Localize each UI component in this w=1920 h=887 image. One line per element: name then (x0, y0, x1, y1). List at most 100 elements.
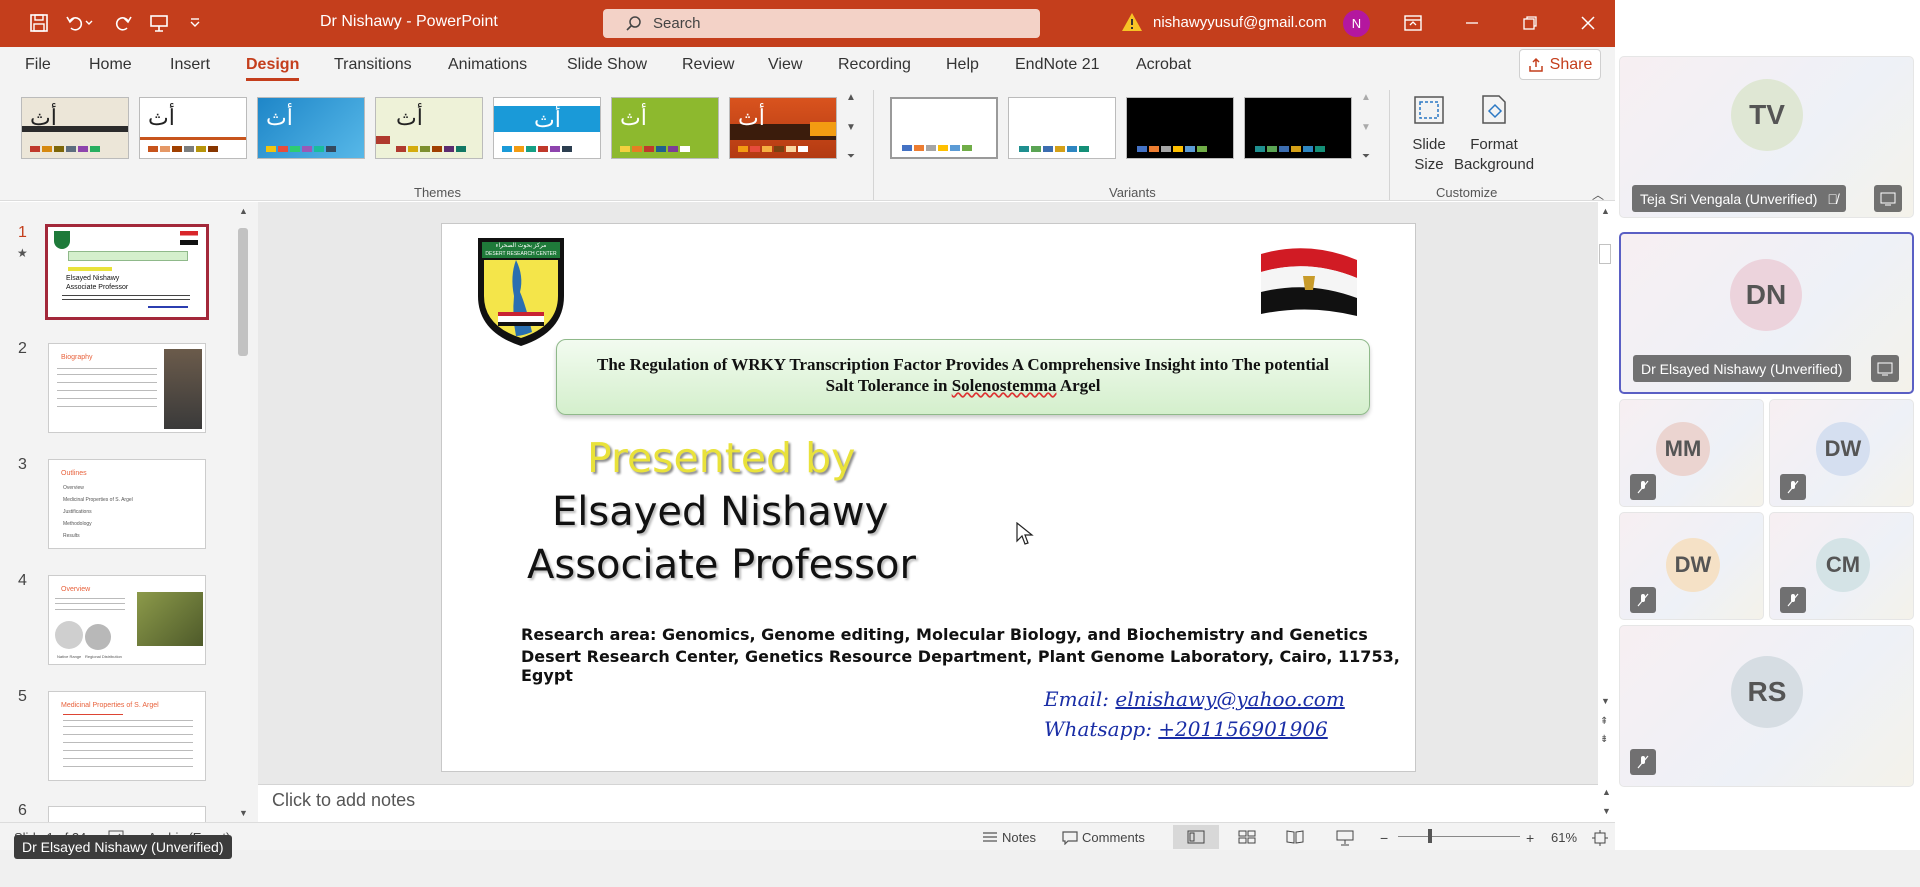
variants-gallery-scroll[interactable]: ▲ ▼ ⏷ (1358, 92, 1374, 162)
scroll-thumb[interactable] (1599, 244, 1611, 264)
participant-tile[interactable]: RS (1619, 625, 1914, 787)
tab-home[interactable]: Home (89, 56, 132, 74)
reading-view-icon[interactable] (1286, 830, 1304, 847)
tab-endnote[interactable]: EndNote 21 (1015, 56, 1100, 74)
customize-toolbar-icon[interactable] (182, 10, 208, 36)
undo-dropdown-icon[interactable] (82, 10, 96, 36)
tab-acrobat[interactable]: Acrobat (1136, 56, 1191, 74)
fit-slide-icon[interactable] (1592, 830, 1608, 849)
variant-thumbnail[interactable] (1244, 97, 1352, 159)
participant-tile[interactable]: CM (1769, 512, 1914, 620)
ribbon-display-options-icon[interactable] (1393, 8, 1433, 38)
tab-recording[interactable]: Recording (838, 56, 911, 74)
presenter-name[interactable]: Elsayed Nishawy (552, 489, 888, 535)
theme-thumbnail[interactable]: أث (21, 97, 129, 159)
tab-slide-show[interactable]: Slide Show (567, 56, 647, 74)
account-email[interactable]: nishawyyusuf@gmail.com (1153, 14, 1327, 31)
screen-share-icon[interactable] (1871, 355, 1899, 382)
variant-thumbnail[interactable] (1126, 97, 1234, 159)
tab-file[interactable]: File (25, 56, 51, 74)
zoom-slider[interactable] (1398, 836, 1520, 837)
email-line[interactable]: Email: elnishawy@yahoo.com (1044, 687, 1345, 711)
tab-design[interactable]: Design (246, 56, 299, 74)
slide-thumbnail-5[interactable]: Medicinal Properties of S. Argel (48, 691, 206, 781)
whatsapp-line[interactable]: Whatsapp: +201156901906 (1044, 717, 1328, 741)
theme-thumbnail[interactable]: أث (375, 97, 483, 159)
participant-tile[interactable]: DN Dr Elsayed Nishawy (Unverified) (1619, 232, 1914, 394)
scroll-down-icon[interactable]: ▼ (846, 122, 856, 133)
scroll-thumb[interactable] (238, 228, 248, 356)
close-icon[interactable] (1568, 8, 1608, 38)
slide-thumbnail-1[interactable]: Elsayed Nishawy Associate Professor (45, 224, 209, 320)
notes-placeholder[interactable]: Click to add notes (272, 790, 415, 811)
previous-slide-icon[interactable]: ⇞ (1600, 716, 1608, 727)
share-button[interactable]: Share (1519, 49, 1601, 80)
present-from-beginning-icon[interactable] (146, 10, 172, 36)
zoom-out-icon[interactable]: − (1380, 830, 1388, 846)
participant-tile[interactable]: DW (1769, 399, 1914, 507)
theme-thumbnail[interactable]: أث (257, 97, 365, 159)
slide-thumbnail-4[interactable]: Overview Native Range Regional Distribut… (48, 575, 206, 665)
more-variants-icon[interactable]: ⏷ (1362, 151, 1370, 162)
next-slide-icon[interactable]: ⇟ (1600, 734, 1608, 745)
format-background-button[interactable]: Format Background (1452, 93, 1536, 175)
email-link[interactable]: elnishawy@yahoo.com (1115, 687, 1344, 711)
search-box[interactable]: Search (603, 9, 1040, 38)
theme-thumbnail[interactable]: أث (139, 97, 247, 159)
animation-star-icon: ★ (17, 246, 28, 260)
tab-insert[interactable]: Insert (170, 56, 210, 74)
slide-thumbnail-3[interactable]: Outlines Overview Medicinal Properties o… (48, 459, 206, 549)
zoom-in-icon[interactable]: + (1526, 830, 1534, 846)
notes-scroll-down-icon[interactable]: ▼ (1602, 806, 1611, 816)
collapse-ribbon-icon[interactable]: ︿ (1592, 186, 1604, 203)
presenter-title[interactable]: Associate Professor (527, 542, 916, 588)
slide-sorter-icon[interactable] (1238, 830, 1256, 847)
redo-icon[interactable] (110, 10, 136, 36)
scroll-up-icon[interactable]: ▲ (846, 92, 856, 103)
variant-thumbnail[interactable] (1008, 97, 1116, 159)
whatsapp-link[interactable]: +201156901906 (1158, 717, 1327, 741)
tab-review[interactable]: Review (682, 56, 734, 74)
format-background-icon (1482, 95, 1506, 124)
tab-help[interactable]: Help (946, 56, 979, 74)
tab-transitions[interactable]: Transitions (334, 56, 412, 74)
slide-show-icon[interactable] (1336, 830, 1354, 849)
slide-scrollbar[interactable]: ▲ ▼ ⇞ ⇟ (1598, 202, 1612, 784)
participant-tile[interactable]: MM (1619, 399, 1764, 507)
normal-view-button[interactable] (1173, 825, 1219, 849)
restore-icon[interactable] (1510, 8, 1550, 38)
affiliation-text[interactable]: Desert Research Center, Genetics Resourc… (521, 647, 1415, 685)
screen-share-icon[interactable] (1874, 185, 1902, 212)
zoom-slider-thumb[interactable] (1428, 829, 1432, 843)
variant-thumbnail[interactable] (890, 97, 998, 159)
minimize-icon[interactable] (1452, 8, 1492, 38)
slide-size-button[interactable]: Slide Size (1401, 93, 1457, 175)
zoom-level[interactable]: 61% (1551, 830, 1577, 845)
notes-button[interactable]: Notes (982, 830, 1036, 845)
notes-pane[interactable] (258, 784, 1598, 822)
slide-thumbnail-6[interactable] (48, 806, 206, 822)
warning-icon[interactable] (1121, 12, 1143, 37)
slide-title-box[interactable]: The Regulation of WRKY Transcription Fac… (556, 339, 1370, 415)
slide-number: 4 (18, 572, 27, 589)
research-area-text[interactable]: Research area: Genomics, Genome editing,… (521, 625, 1368, 644)
account-avatar[interactable]: N (1343, 10, 1370, 37)
participant-tile[interactable]: TV Teja Sri Vengala (Unverified) 🎙̸ (1619, 56, 1914, 218)
notes-scroll-up-icon[interactable]: ▲ (1602, 787, 1611, 797)
scroll-up-icon[interactable]: ▲ (1361, 92, 1371, 103)
save-icon[interactable] (26, 10, 52, 36)
tab-view[interactable]: View (768, 56, 802, 74)
theme-thumbnail[interactable]: أث (493, 97, 601, 159)
tab-animations[interactable]: Animations (448, 56, 527, 74)
current-slide[interactable]: مركز بحوث الصحراء DESERT RESEARCH CENTER… (441, 223, 1416, 772)
scroll-down-icon[interactable]: ▼ (1361, 122, 1371, 133)
theme-thumbnail[interactable]: أث (611, 97, 719, 159)
comments-button[interactable]: Comments (1062, 830, 1145, 845)
participant-tile[interactable]: DW (1619, 512, 1764, 620)
presented-by-text[interactable]: Presented by (587, 434, 855, 482)
slide-thumbnail-2[interactable]: Biography (48, 343, 206, 433)
more-themes-icon[interactable]: ⏷ (847, 151, 855, 162)
themes-gallery-scroll[interactable]: ▲ ▼ ⏷ (843, 92, 859, 162)
theme-thumbnail[interactable]: أث (729, 97, 837, 159)
thumbnail-scrollbar[interactable]: ▲ ▼ (236, 206, 250, 818)
